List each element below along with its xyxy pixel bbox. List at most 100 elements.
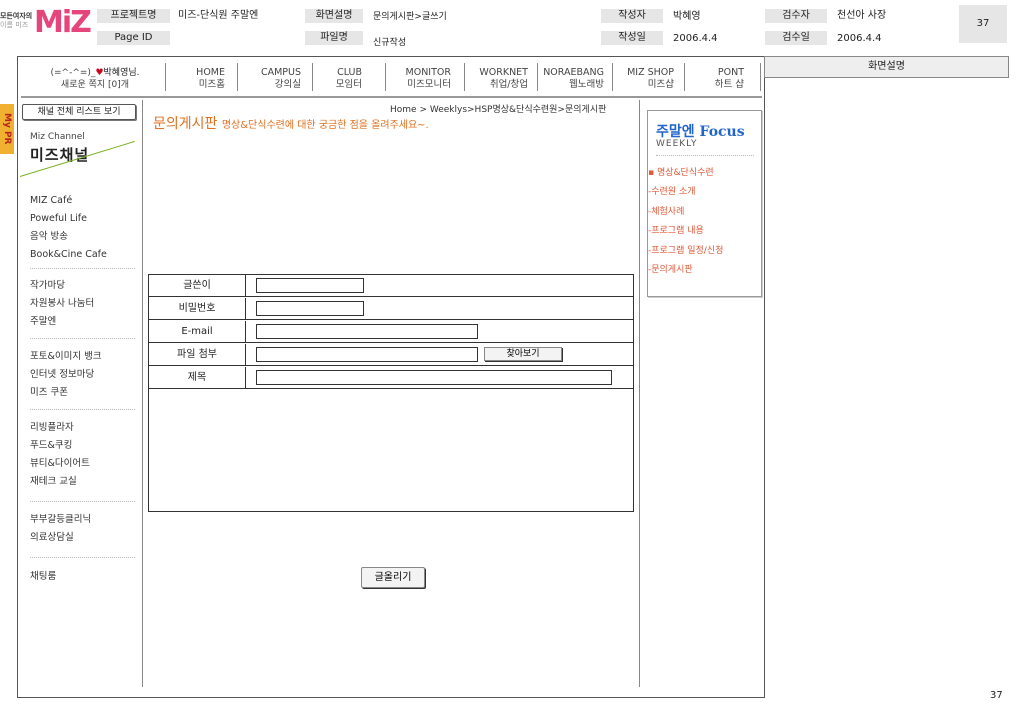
nav-divider <box>165 63 166 91</box>
my-pr-tab[interactable]: My PR <box>0 104 14 154</box>
nav-divider <box>760 63 761 91</box>
nav-miz-shop[interactable]: MIZ SHOP 미즈샵 <box>620 67 674 91</box>
sidebar-item-living-plaza[interactable]: 리빙플라자 <box>30 422 74 434</box>
content-left-divider <box>142 100 143 687</box>
focus-title: 주말엔 Focus <box>656 121 745 141</box>
welcome-box: (=^-^=)_♥박혜영님. 새로운 쪽지 [0]개 <box>30 67 160 91</box>
sidebar-item-weekend[interactable]: 주말엔 <box>30 316 56 328</box>
page-number-box: 37 <box>959 5 1007 43</box>
subject-field-label: 제목 <box>149 367 246 388</box>
sidebar-item-chat[interactable]: 채팅룸 <box>30 571 56 583</box>
sidebar-divider <box>30 557 135 558</box>
page-title-text: 문의게시판 <box>153 116 218 132</box>
form-row-password: 비밀번호 <box>149 298 633 320</box>
browse-button[interactable]: 찾아보기 <box>484 347 562 361</box>
logo-tagline-line2: 이름 <box>0 21 13 29</box>
logo-wordmark: MiZ <box>34 5 92 40</box>
form-row-file: 파일 첨부 찾아보기 <box>149 344 633 366</box>
sidebar-item-volunteer[interactable]: 자원봉사 나눔터 <box>30 298 94 310</box>
nav-label-en: NORAEBANG <box>543 67 604 78</box>
review-date-value: 2006.4.4 <box>837 33 882 44</box>
sidebar-item-miz-cafe[interactable]: MIZ Café <box>30 195 72 207</box>
email-input[interactable] <box>256 324 478 339</box>
sidebar-item-internet-info[interactable]: 인터넷 정보마당 <box>30 369 94 381</box>
form-row-email: E-mail <box>149 321 633 343</box>
new-notes-link[interactable]: 새로운 쪽지 [0]개 <box>30 79 160 91</box>
sidebar-divider <box>30 268 135 269</box>
sidebar-item-finance[interactable]: 재테크 교실 <box>30 476 77 488</box>
form-row-author: 글쓴이 <box>149 275 633 297</box>
sidebar-item-couple-clinic[interactable]: 부부갈등클리닉 <box>30 514 91 526</box>
body-textarea[interactable] <box>149 390 633 510</box>
nav-divider <box>537 63 538 91</box>
email-field-label: E-mail <box>149 321 246 342</box>
nav-label-en: WORKNET <box>479 67 528 78</box>
form-row-subject: 제목 <box>149 367 633 389</box>
nav-campus[interactable]: CAMPUS 강의실 <box>245 67 301 91</box>
focus-item-meditation[interactable]: ▪ 명상&단식수련 <box>648 167 714 179</box>
author-label: 작성자 <box>601 9 663 23</box>
nav-label-ko: 미즈모니터 <box>407 79 451 90</box>
focus-item-board[interactable]: -문의게시판 <box>648 264 693 276</box>
sidebar-item-food-cooking[interactable]: 푸드&쿠킹 <box>30 440 72 452</box>
nav-divider <box>237 63 238 91</box>
nav-label-ko: 하트 샵 <box>714 79 744 90</box>
miz-channel-title: 미즈채널 <box>30 146 90 164</box>
nav-worknet[interactable]: WORKNET 취업/창업 <box>470 67 528 91</box>
sidebar-item-medical[interactable]: 의료상담실 <box>30 532 74 544</box>
footer-page-number: 37 <box>990 690 1003 701</box>
focus-title-ko: 주말엔 <box>656 124 695 140</box>
nav-monitor[interactable]: MONITOR 미즈모니터 <box>395 67 451 91</box>
sidebar-item-powerful-life[interactable]: Poweful Life <box>30 213 87 225</box>
sidebar-divider <box>30 338 135 339</box>
nav-pont[interactable]: PONT 하트 샵 <box>700 67 744 91</box>
author-field-label: 글쓴이 <box>149 275 246 296</box>
date-label: 작성일 <box>601 31 663 45</box>
sidebar-item-coupon[interactable]: 미즈 쿠폰 <box>30 387 68 399</box>
author-input[interactable] <box>256 278 364 293</box>
sidebar-item-music[interactable]: 음악 방송 <box>30 231 68 243</box>
file-name-value: 신규작성 <box>373 38 407 48</box>
focus-item-program[interactable]: -프로그램 내용 <box>648 225 704 237</box>
nav-label-en: CLUB <box>337 67 362 78</box>
date-value: 2006.4.4 <box>673 33 718 44</box>
project-name-label: 프로젝트명 <box>97 9 170 23</box>
sidebar-item-photo-bank[interactable]: 포토&이미지 뱅크 <box>30 351 102 363</box>
nav-label-en: PONT <box>717 67 744 78</box>
welcome-emoticon: (=^-^=)_ <box>50 68 96 78</box>
password-input[interactable] <box>256 301 364 316</box>
subject-input[interactable] <box>256 370 612 385</box>
focus-item-experience[interactable]: -체험사례 <box>648 206 684 218</box>
nav-divider <box>684 63 685 91</box>
miz-channel-en: Miz Channel <box>30 132 85 142</box>
sidebar-item-book-cine[interactable]: Book&Cine Cafe <box>30 249 107 261</box>
page-title: 문의게시판 명상&단식수련에 대한 궁금한 점을 올려주세요~. <box>153 113 429 133</box>
nav-label-ko: 강의실 <box>274 79 301 90</box>
reviewer-value: 천선아 사장 <box>837 10 887 21</box>
nav-divider <box>612 63 613 91</box>
sidebar-item-writers[interactable]: 작가마당 <box>30 280 65 292</box>
file-field-label: 파일 첨부 <box>149 344 246 365</box>
sidebar-divider <box>30 501 135 502</box>
nav-label-ko: 모임터 <box>335 79 362 90</box>
logo-tagline-line3: 미즈 <box>15 21 29 29</box>
submit-post-button[interactable]: 글올리기 <box>361 567 425 588</box>
focus-item-schedule[interactable]: -프로그램 일정/신청 <box>648 245 723 257</box>
focus-title-en: Focus <box>699 124 745 140</box>
nav-home[interactable]: HOME 미즈홈 <box>180 67 225 91</box>
sidebar-divider <box>30 409 135 410</box>
heart-icon: ♥ <box>95 68 104 78</box>
welcome-username: 박혜영님. <box>103 68 140 78</box>
nav-noraebang[interactable]: NORAEBANG 웹노래방 <box>540 67 604 91</box>
focus-divider <box>656 155 754 156</box>
file-path-input[interactable] <box>256 347 478 362</box>
nav-divider <box>385 63 386 91</box>
sidebar-item-beauty-diet[interactable]: 뷰티&다이어트 <box>30 458 90 470</box>
nav-club[interactable]: CLUB 모임터 <box>320 67 362 91</box>
page-subtitle: 명상&단식수련에 대한 궁금한 점을 올려주세요~. <box>221 120 429 131</box>
channel-list-button[interactable]: 채널 전체 리스트 보기 <box>22 104 136 120</box>
reviewer-label: 검수자 <box>765 9 827 23</box>
focus-item-intro[interactable]: -수련원 소개 <box>648 186 696 198</box>
focus-weekly: WEEKLY <box>656 139 698 149</box>
file-name-label: 파일명 <box>305 31 363 45</box>
